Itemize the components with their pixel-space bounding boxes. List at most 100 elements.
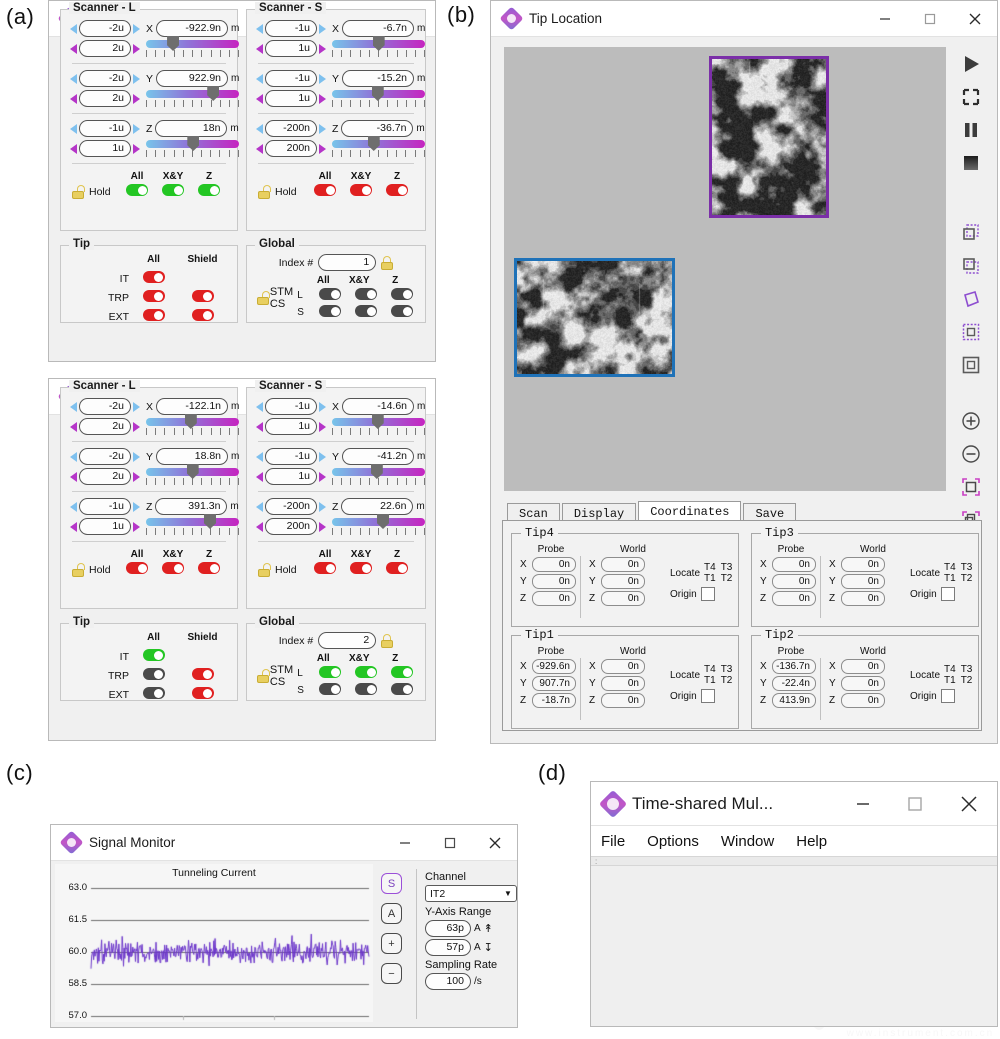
- toggle-it-all[interactable]: [143, 271, 165, 283]
- decrement-min-icon[interactable]: [70, 124, 77, 134]
- maximize-button[interactable]: [907, 1, 952, 37]
- increment-min-icon[interactable]: [319, 402, 326, 412]
- probe-z-input[interactable]: -18.7n: [532, 693, 576, 708]
- stop-icon[interactable]: [958, 150, 984, 176]
- axis-max-input[interactable]: 1u: [265, 418, 317, 435]
- maximize-button[interactable]: [889, 782, 941, 826]
- toggle-xy[interactable]: [162, 184, 184, 196]
- world-x-input[interactable]: 0n: [841, 659, 885, 674]
- slider-thumb[interactable]: [167, 36, 179, 51]
- increment-max-icon[interactable]: [133, 144, 140, 154]
- decrement-min-icon[interactable]: [256, 24, 263, 34]
- probe-x-input[interactable]: -136.7n: [772, 659, 816, 674]
- increment-min-icon[interactable]: [319, 24, 326, 34]
- world-z-input[interactable]: 0n: [841, 591, 885, 606]
- axis-slider[interactable]: [146, 38, 239, 49]
- increment-max-icon[interactable]: [319, 94, 326, 104]
- slider-thumb[interactable]: [204, 514, 216, 529]
- hold-lock-icon[interactable]: [72, 185, 84, 199]
- toggle-s-all[interactable]: [319, 305, 341, 317]
- axis-max-input[interactable]: 2u: [79, 90, 131, 107]
- play-icon[interactable]: [958, 51, 984, 77]
- probe-y-input[interactable]: 0n: [772, 574, 816, 589]
- hold-lock-icon[interactable]: [258, 185, 270, 199]
- close-button[interactable]: [472, 825, 517, 861]
- probe-x-input[interactable]: -929.6n: [532, 659, 576, 674]
- increment-max-icon[interactable]: [133, 94, 140, 104]
- maximize-button[interactable]: [427, 825, 472, 861]
- axis-max-input[interactable]: 2u: [79, 468, 131, 485]
- axis-slider[interactable]: [332, 466, 425, 477]
- axis-min-input[interactable]: -2u: [79, 20, 131, 37]
- increment-min-icon[interactable]: [133, 124, 140, 134]
- toggle-xy[interactable]: [350, 562, 372, 574]
- decrement-max-icon[interactable]: [70, 422, 77, 432]
- slider-thumb[interactable]: [207, 86, 219, 101]
- toggle-it-all[interactable]: [143, 649, 165, 661]
- decrement-min-icon[interactable]: [70, 502, 77, 512]
- slider-thumb[interactable]: [372, 86, 384, 101]
- close-button[interactable]: [941, 782, 997, 826]
- locate-t3-button[interactable]: T3: [721, 664, 733, 675]
- axis-value-input[interactable]: 391.3n: [155, 498, 227, 515]
- slider-thumb[interactable]: [368, 136, 380, 151]
- increment-min-icon[interactable]: [133, 402, 140, 412]
- increment-max-icon[interactable]: [319, 422, 326, 432]
- axis-min-input[interactable]: -1u: [265, 20, 317, 37]
- locate-t3-button[interactable]: T3: [961, 562, 973, 573]
- axis-min-input[interactable]: -1u: [265, 398, 317, 415]
- toggle-trp-shield[interactable]: [192, 668, 214, 680]
- slider-thumb[interactable]: [187, 464, 199, 479]
- tip-location-window[interactable]: Tip Location Scan Display Coordinates Save …: [490, 0, 998, 744]
- decrement-max-icon[interactable]: [70, 44, 77, 54]
- minimize-button[interactable]: [862, 1, 907, 37]
- axis-value-input[interactable]: 22.6n: [341, 498, 413, 515]
- probe-z-input[interactable]: 0n: [532, 591, 576, 606]
- axis-value-input[interactable]: -14.6n: [342, 398, 414, 415]
- decrement-min-icon[interactable]: [70, 24, 77, 34]
- increment-max-icon[interactable]: [319, 522, 326, 532]
- locate-t3-button[interactable]: T3: [961, 664, 973, 675]
- world-y-input[interactable]: 0n: [841, 574, 885, 589]
- origin-checkbox[interactable]: [941, 587, 955, 601]
- menu-bar[interactable]: File Options Window Help: [591, 826, 997, 856]
- locate-t4-button[interactable]: T4: [704, 664, 716, 675]
- decrement-min-icon[interactable]: [256, 402, 263, 412]
- axis-slider[interactable]: [332, 88, 425, 99]
- locate-t1-button[interactable]: T1: [704, 573, 716, 584]
- increment-min-icon[interactable]: [319, 74, 326, 84]
- axis-max-input[interactable]: 2u: [79, 418, 131, 435]
- toggle-z[interactable]: [386, 562, 408, 574]
- yaxis-min-input[interactable]: 57p: [425, 939, 471, 956]
- a-button[interactable]: A: [381, 903, 402, 924]
- axis-min-input[interactable]: -2u: [79, 398, 131, 415]
- slider-thumb[interactable]: [371, 464, 383, 479]
- increment-min-icon[interactable]: [319, 124, 326, 134]
- toggle-ext-shield[interactable]: [192, 309, 214, 321]
- origin-checkbox[interactable]: [941, 689, 955, 703]
- axis-value-input[interactable]: -41.2n: [342, 448, 414, 465]
- decrement-max-icon[interactable]: [70, 94, 77, 104]
- decrement-max-icon[interactable]: [256, 94, 263, 104]
- frame-solid-icon[interactable]: [958, 352, 984, 378]
- axis-value-input[interactable]: -922.9n: [156, 20, 228, 37]
- decrement-min-icon[interactable]: [70, 74, 77, 84]
- world-y-input[interactable]: 0n: [601, 676, 645, 691]
- locate-t1-button[interactable]: T1: [944, 675, 956, 686]
- title-bar[interactable]: Signal Monitor: [51, 825, 517, 861]
- slider-thumb[interactable]: [377, 514, 389, 529]
- locate-t4-button[interactable]: T4: [944, 664, 956, 675]
- axis-max-input[interactable]: 1u: [79, 518, 131, 535]
- toggle-all[interactable]: [314, 562, 336, 574]
- axis-value-input[interactable]: -15.2n: [342, 70, 414, 87]
- stm-lock-icon[interactable]: [257, 669, 265, 683]
- toggle-z[interactable]: [386, 184, 408, 196]
- index-lock-icon[interactable]: [381, 634, 393, 648]
- axis-slider[interactable]: [332, 138, 425, 149]
- index-input[interactable]: 1: [318, 254, 376, 271]
- toggle-l-z[interactable]: [391, 666, 413, 678]
- decrement-max-icon[interactable]: [256, 522, 263, 532]
- decrement-min-icon[interactable]: [70, 402, 77, 412]
- world-x-input[interactable]: 0n: [841, 557, 885, 572]
- axis-max-input[interactable]: 200n: [265, 518, 317, 535]
